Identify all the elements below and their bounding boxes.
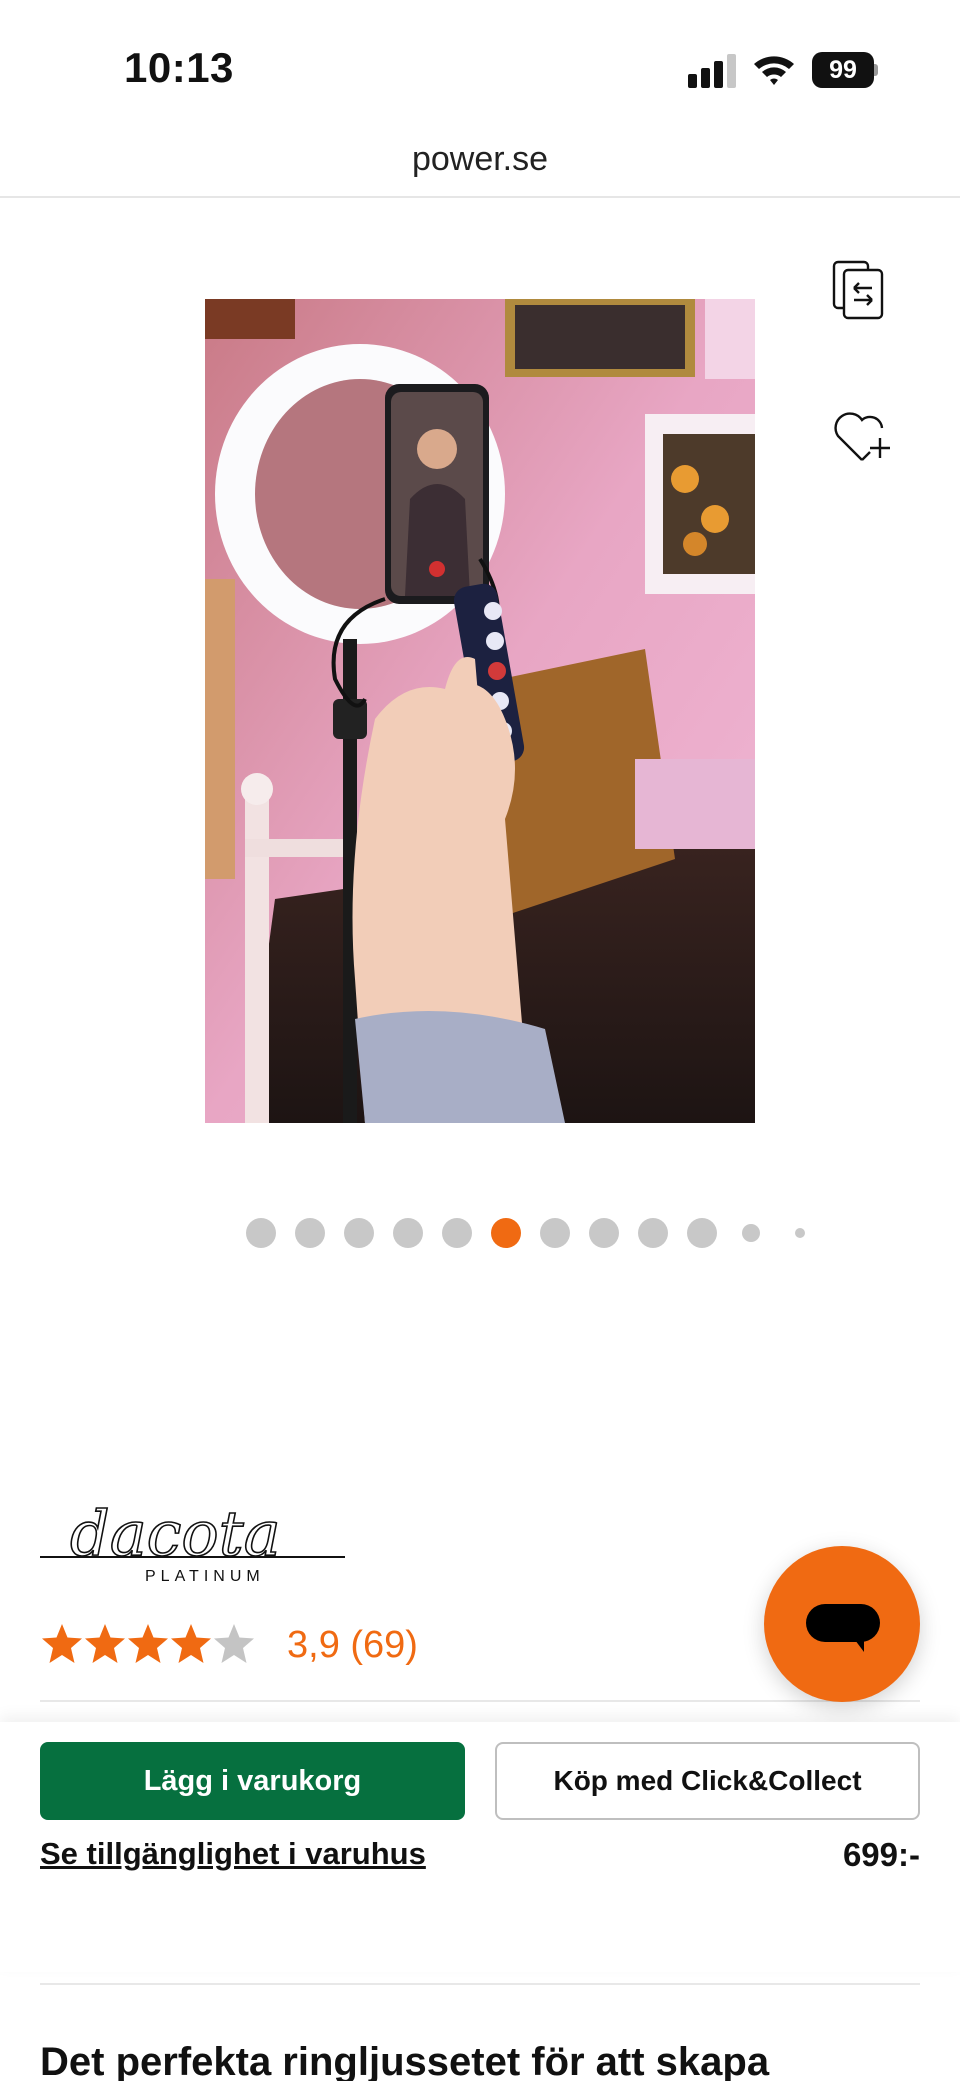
rating-text[interactable]: 3,9 (69) (287, 1624, 418, 1667)
gallery-dot[interactable] (442, 1218, 472, 1248)
star-filled-icon (171, 1624, 211, 1663)
address-bar[interactable]: power.se (0, 130, 960, 198)
product-image[interactable] (205, 299, 755, 1123)
product-gallery[interactable] (0, 200, 960, 1260)
wifi-icon (754, 56, 794, 85)
divider (40, 1983, 920, 1985)
gallery-dot[interactable] (589, 1218, 619, 1248)
add-to-cart-button[interactable]: Lägg i varukorg (40, 1742, 465, 1820)
gallery-dot[interactable] (795, 1228, 805, 1238)
status-bar: 10:13 99 (0, 0, 960, 130)
brand-logo[interactable]: dacota PLATINUM (40, 1495, 350, 1585)
battery-level: 99 (812, 52, 874, 88)
star-filled-icon (85, 1624, 125, 1663)
gallery-dot[interactable] (491, 1218, 521, 1248)
battery-icon: 99 (812, 52, 878, 88)
url-text: power.se (411, 140, 549, 178)
gallery-dot[interactable] (687, 1218, 717, 1248)
cellular-signal-icon (688, 54, 736, 88)
gallery-dot[interactable] (638, 1218, 668, 1248)
gallery-dot[interactable] (742, 1224, 760, 1242)
store-availability-link[interactable]: Se tillgänglighet i varuhus (40, 1836, 426, 1872)
gallery-dot[interactable] (344, 1218, 374, 1248)
price: 699:- (842, 1836, 920, 1873)
gallery-pagination[interactable] (0, 1218, 960, 1250)
star-filled-icon (128, 1624, 168, 1663)
gallery-dot[interactable] (540, 1218, 570, 1248)
brand-sub: PLATINUM (145, 1568, 265, 1585)
chat-bubble-icon (806, 1604, 880, 1652)
chat-button[interactable] (764, 1546, 920, 1702)
description-heading: Det perfekta ringljussetet för att skapa (40, 2040, 770, 2081)
compare-icon[interactable] (830, 258, 894, 322)
brand-name: dacota (70, 1497, 281, 1570)
star-filled-icon (42, 1624, 82, 1663)
gallery-dot[interactable] (246, 1218, 276, 1248)
gallery-dot[interactable] (295, 1218, 325, 1248)
gallery-dot[interactable] (393, 1218, 423, 1248)
status-time: 10:13 (124, 44, 234, 91)
add-to-wishlist-icon[interactable] (830, 404, 894, 468)
click-collect-button[interactable]: Köp med Click&Collect (495, 1742, 920, 1820)
star-empty-icon (214, 1624, 254, 1663)
buy-bar: Lägg i varukorg Köp med Click&Collect Se… (0, 1722, 960, 1972)
